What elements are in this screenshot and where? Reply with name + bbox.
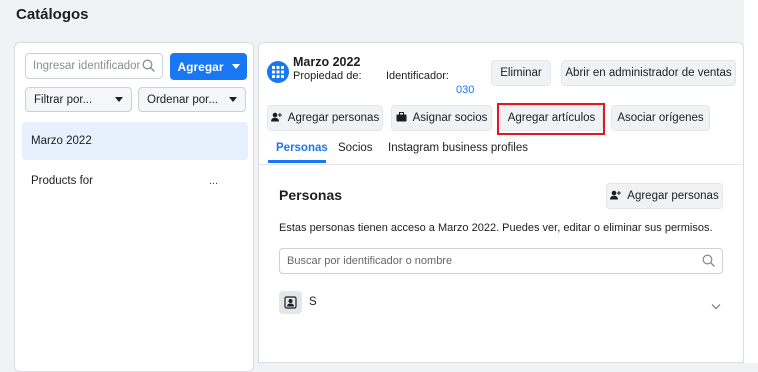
page-edge (744, 0, 758, 363)
catalog-list-item-products-for[interactable]: Products for ... (22, 162, 248, 200)
id-label: Identificador: (386, 70, 449, 82)
id-value: 030 (456, 84, 475, 96)
add-people-label: Agregar personas (287, 112, 380, 124)
assign-partners-button[interactable]: Asignar socios (391, 105, 492, 131)
add-items-button[interactable]: Agregar artículos (500, 105, 603, 131)
sort-dropdown[interactable]: Ordenar por... (138, 87, 246, 112)
people-section-title: Personas (279, 187, 343, 203)
briefcase-icon (396, 111, 407, 125)
page-title: Catálogos (16, 6, 89, 23)
people-description: Estas personas tienen acceso a Marzo 202… (279, 222, 713, 234)
grid-icon (267, 61, 289, 83)
caret-down-icon (229, 97, 237, 102)
filter-label: Filtrar por... (34, 93, 93, 106)
delete-button[interactable]: Eliminar (491, 60, 551, 86)
filter-dropdown[interactable]: Filtrar por... (25, 87, 132, 112)
sort-label: Ordenar por... (147, 93, 218, 106)
add-catalog-button[interactable]: Agregar (170, 53, 247, 80)
catalog-search-input[interactable]: Ingresar identificador... (25, 53, 163, 79)
associate-sources-label: Asociar orígenes (617, 112, 704, 124)
add-people-section-button[interactable]: Agregar personas (606, 183, 723, 209)
caret-down-icon (231, 64, 240, 69)
catalog-list-panel: Ingresar identificador... Agregar Filtra… (14, 42, 254, 372)
list-item-label: Marzo 2022 (31, 135, 92, 147)
caret-down-icon (115, 97, 123, 102)
people-search-placeholder: Buscar por identificador o nombre (287, 255, 453, 267)
id-badge-icon (279, 291, 302, 314)
search-icon (702, 254, 716, 271)
catalog-title: Marzo 2022 (293, 55, 361, 69)
add-people-button[interactable]: Agregar personas (267, 105, 383, 131)
people-search-input[interactable]: Buscar por identificador o nombre (279, 248, 723, 274)
person-add-icon (270, 112, 282, 125)
delete-label: Eliminar (500, 67, 542, 79)
catalog-list-item-marzo-2022[interactable]: Marzo 2022 (22, 122, 248, 160)
chevron-down-icon[interactable] (711, 297, 721, 315)
open-sales-manager-button[interactable]: Abrir en administrador de ventas (561, 60, 736, 86)
active-tab-indicator (268, 160, 326, 163)
person-row[interactable]: S (279, 291, 723, 315)
open-sales-manager-label: Abrir en administrador de ventas (565, 67, 732, 79)
add-catalog-label: Agregar (177, 59, 224, 74)
person-name: S (309, 296, 317, 308)
list-item-ellipsis: ... (208, 175, 218, 187)
list-item-label: Products for (31, 175, 93, 187)
assign-partners-label: Asignar socios (412, 112, 488, 124)
owner-label: Propiedad de: (293, 70, 362, 82)
tab-socios[interactable]: Socios (338, 142, 373, 154)
tab-personas[interactable]: Personas (276, 142, 328, 154)
tab-instagram-business-profiles[interactable]: Instagram business profiles (388, 142, 528, 154)
search-icon (142, 59, 156, 76)
associate-sources-button[interactable]: Asociar orígenes (611, 105, 710, 131)
add-people-section-label: Agregar personas (627, 190, 719, 202)
person-add-icon (610, 190, 622, 203)
catalog-search-placeholder: Ingresar identificador... (33, 60, 141, 72)
add-items-label: Agregar artículos (507, 112, 596, 124)
